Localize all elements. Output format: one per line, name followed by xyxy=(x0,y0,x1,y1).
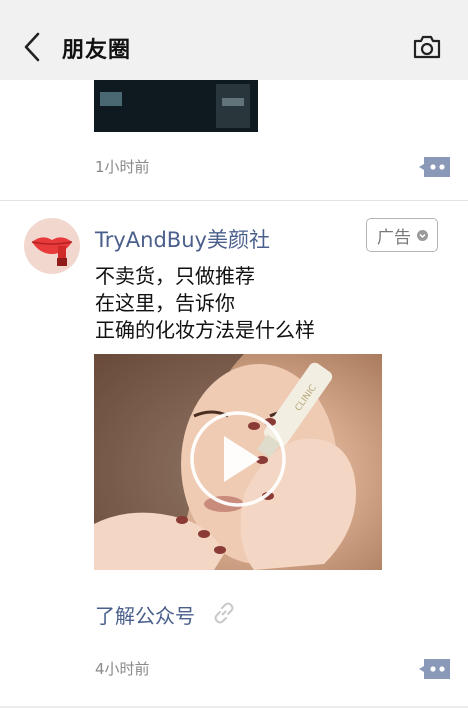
video-thumbnail: CLINIC xyxy=(94,354,356,570)
page-title: 朋友圈 xyxy=(62,38,132,63)
ad-badge-button[interactable]: 广告 xyxy=(366,218,438,252)
back-arrow-icon xyxy=(24,32,40,62)
previous-post-image[interactable] xyxy=(94,80,258,132)
ad-text-line-1: 不卖货，只做推荐 xyxy=(95,264,255,288)
ad-avatar[interactable] xyxy=(24,218,80,274)
ad-video[interactable]: CLINIC xyxy=(94,354,382,570)
ad-post-time: 4小时前 xyxy=(95,660,150,678)
previous-post-comment-button[interactable] xyxy=(418,155,452,179)
chevron-down-icon xyxy=(417,229,428,241)
back-button[interactable] xyxy=(18,30,48,64)
ad-post-comment-button[interactable] xyxy=(418,657,452,681)
camera-icon xyxy=(413,35,441,59)
status-bar xyxy=(0,0,468,12)
comment-icon xyxy=(419,659,450,679)
post-divider xyxy=(0,200,468,201)
moments-feed: 1小时前 TryAndBuy美颜社 广告 不卖货，只做推荐 在这里，告诉你 正确… xyxy=(0,80,468,708)
ad-author-name[interactable]: TryAndBuy美颜社 xyxy=(95,224,270,254)
lipstick-avatar-icon xyxy=(31,237,73,266)
ad-label: 广告 xyxy=(377,227,411,248)
follow-official-account-link[interactable]: 了解公众号 xyxy=(95,600,195,629)
top-nav-bar: 朋友圈 xyxy=(0,12,468,80)
comment-icon xyxy=(419,157,450,177)
link-icon xyxy=(214,602,234,624)
camera-button[interactable] xyxy=(412,34,442,60)
previous-post-time: 1小时前 xyxy=(95,158,150,176)
ad-text-line-2: 在这里，告诉你 xyxy=(95,291,235,315)
ad-text-line-3: 正确的化妆方法是什么样 xyxy=(95,318,315,342)
